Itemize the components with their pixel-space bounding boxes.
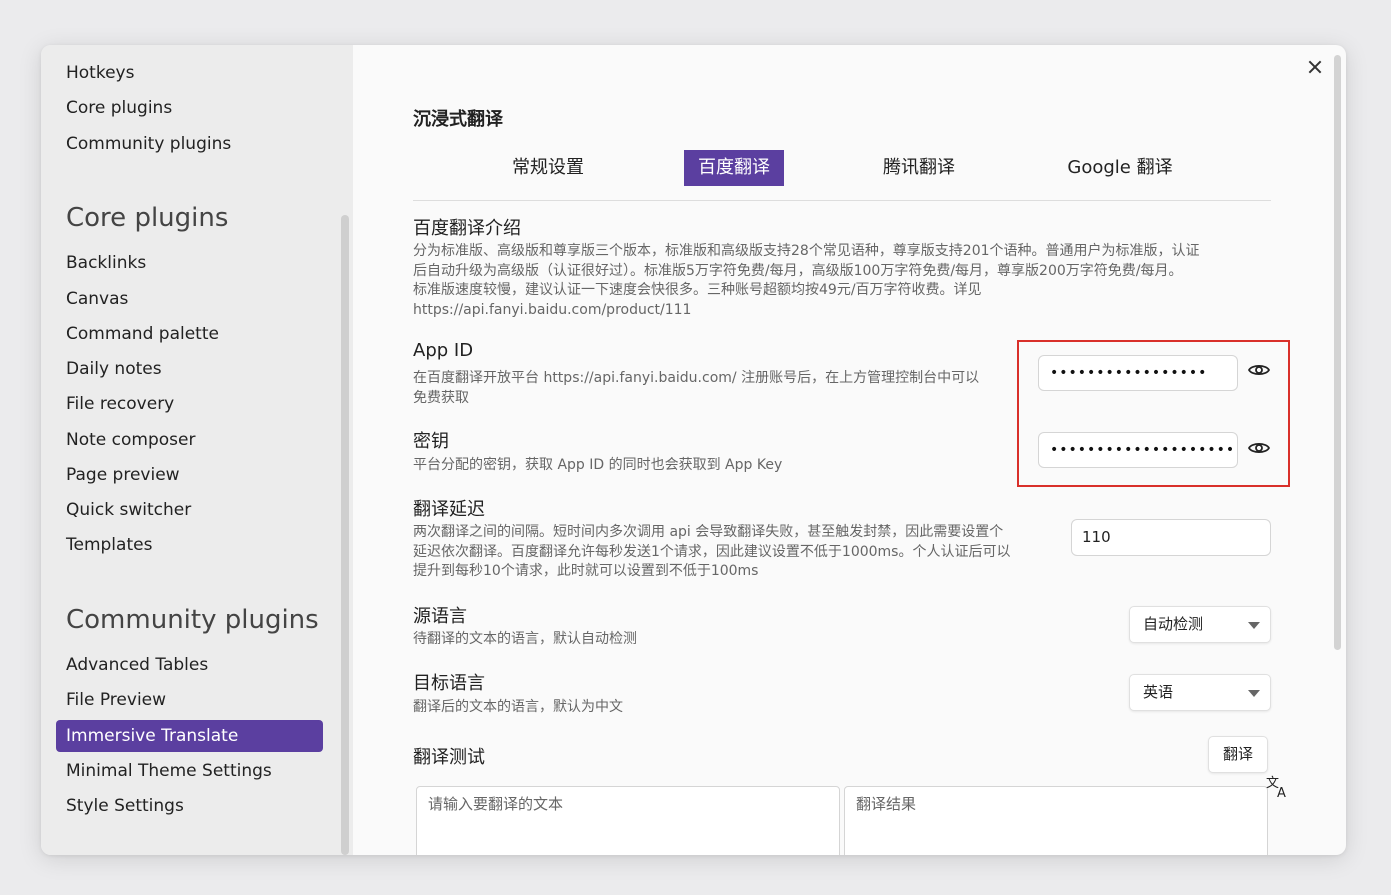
sidebar-item-templates[interactable]: Templates — [56, 529, 323, 561]
intro-line: 标准版速度较慢，建议认证一下速度会快很多。三种账号超额均按49元/百万字符收费。… — [413, 282, 982, 298]
intro-title: 百度翻译介绍 — [413, 218, 521, 239]
target-language-value: 英语 — [1143, 683, 1174, 701]
target-desc-line: 翻译后的文本的语言，默认为中文 — [413, 699, 623, 715]
settings-content: 沉浸式翻译 常规设置 百度翻译 腾讯翻译 Google 翻译 百度翻译介绍 分为… — [353, 45, 1346, 855]
chevron-down-icon — [1248, 690, 1260, 697]
target-language-description: 翻译后的文本的语言，默认为中文 — [413, 698, 623, 718]
translate-button[interactable]: 翻译 — [1208, 736, 1269, 773]
sidebar-scrollbar[interactable] — [341, 215, 349, 855]
target-language-title: 目标语言 — [413, 673, 485, 694]
translate-icon[interactable]: 文 A — [1265, 773, 1291, 801]
source-language-select[interactable]: 自动检测 — [1129, 606, 1271, 643]
community-plugins-heading: Community plugins — [66, 605, 319, 635]
chevron-down-icon — [1248, 622, 1260, 629]
sidebar-item-hotkeys[interactable]: Hotkeys — [56, 57, 323, 89]
app-id-title: App ID — [413, 340, 474, 361]
sidebar-item-minimal-theme-settings[interactable]: Minimal Theme Settings — [56, 755, 323, 787]
settings-sidebar: · · Hotkeys Core plugins Community plugi… — [41, 45, 353, 855]
eye-icon[interactable] — [1247, 436, 1271, 460]
sidebar-item-advanced-tables[interactable]: Advanced Tables — [56, 649, 323, 681]
plugin-settings-title: 沉浸式翻译 — [413, 109, 503, 130]
key-description: 平台分配的密钥，获取 App ID 的同时也会获取到 App Key — [413, 456, 782, 476]
svg-text:A: A — [1277, 786, 1286, 799]
sidebar-item-backlinks[interactable]: Backlinks — [56, 247, 323, 279]
delay-input[interactable]: 110 — [1071, 519, 1271, 556]
source-text-input[interactable]: 请输入要翻译的文本 — [416, 786, 840, 855]
tab-google[interactable]: Google 翻译 — [1053, 150, 1187, 186]
delay-desc-line: 延迟依次翻译。百度翻译允许每秒发送1个请求，因此建议设置不低于1000ms。个人… — [413, 543, 1011, 560]
sidebar-item-core-plugins[interactable]: Core plugins — [56, 92, 323, 124]
intro-line: 分为标准版、高级版和尊享版三个版本，标准版和高级版支持28个常见语种，尊享版支持… — [413, 243, 1200, 259]
eye-icon[interactable] — [1247, 358, 1271, 382]
sidebar-item-file-preview[interactable]: File Preview — [56, 684, 323, 716]
source-language-description: 待翻译的文本的语言，默认自动检测 — [413, 630, 637, 650]
sidebar-item-note-composer[interactable]: Note composer — [56, 424, 323, 456]
source-desc-line: 待翻译的文本的语言，默认自动检测 — [413, 631, 637, 647]
sidebar-item-community-plugins[interactable]: Community plugins — [56, 128, 323, 160]
intro-description: 分为标准版、高级版和尊享版三个版本，标准版和高级版支持28个常见语种，尊享版支持… — [413, 242, 1200, 320]
tab-baidu[interactable]: 百度翻译 — [684, 150, 784, 186]
sidebar-item-daily-notes[interactable]: Daily notes — [56, 353, 323, 385]
intro-line: 后自动升级为高级版（认证很好过）。标准版5万字符免费/每月，高级版100万字符免… — [413, 262, 1183, 279]
source-language-value: 自动检测 — [1143, 615, 1204, 633]
settings-modal: · · Hotkeys Core plugins Community plugi… — [41, 45, 1346, 855]
sidebar-item-canvas[interactable]: Canvas — [56, 283, 323, 315]
tab-divider — [413, 200, 1271, 201]
key-desc-line: 平台分配的密钥，获取 App ID 的同时也会获取到 App Key — [413, 457, 783, 473]
sidebar-item-command-palette[interactable]: Command palette — [56, 318, 323, 350]
test-title: 翻译测试 — [413, 747, 485, 768]
app-id-description: 在百度翻译开放平台 https://api.fanyi.baidu.com/ 注… — [413, 369, 979, 408]
delay-description: 两次翻译之间的间隔。短时间内多次调用 api 会导致翻译失败，甚至触发封禁，因此… — [413, 523, 1010, 582]
source-language-title: 源语言 — [413, 606, 467, 627]
sidebar-item-page-preview[interactable]: Page preview — [56, 459, 323, 491]
close-icon[interactable] — [1303, 55, 1327, 79]
core-plugins-heading: Core plugins — [66, 203, 229, 233]
sidebar-item-cut-off: · · — [66, 45, 82, 51]
sidebar-item-quick-switcher[interactable]: Quick switcher — [56, 494, 323, 526]
content-scrollbar[interactable] — [1334, 55, 1341, 650]
app-id-input[interactable]: ••••••••••••••••• — [1038, 355, 1238, 391]
sidebar-item-style-settings[interactable]: Style Settings — [56, 790, 323, 822]
delay-title: 翻译延迟 — [413, 499, 485, 520]
app-id-desc-line: 免费获取 — [413, 389, 469, 406]
app-id-desc-line: 在百度翻译开放平台 https://api.fanyi.baidu.com/ 注… — [413, 370, 980, 386]
tab-general[interactable]: 常规设置 — [488, 150, 608, 186]
sidebar-item-immersive-translate[interactable]: Immersive Translate — [56, 720, 323, 752]
secret-key-input[interactable]: •••••••••••••••••••• — [1038, 432, 1238, 468]
delay-desc-line: 提升到每秒10个请求，此时就可以设置到不低于100ms — [413, 563, 759, 579]
intro-link[interactable]: https://api.fanyi.baidu.com/product/111 — [413, 301, 1200, 321]
sidebar-item-file-recovery[interactable]: File recovery — [56, 388, 323, 420]
tab-tencent[interactable]: 腾讯翻译 — [859, 150, 979, 186]
delay-desc-line: 两次翻译之间的间隔。短时间内多次调用 api 会导致翻译失败，甚至触发封禁，因此… — [413, 524, 1004, 540]
key-title: 密钥 — [413, 431, 449, 452]
translation-result-output: 翻译结果 — [844, 786, 1268, 855]
target-language-select[interactable]: 英语 — [1129, 674, 1271, 711]
